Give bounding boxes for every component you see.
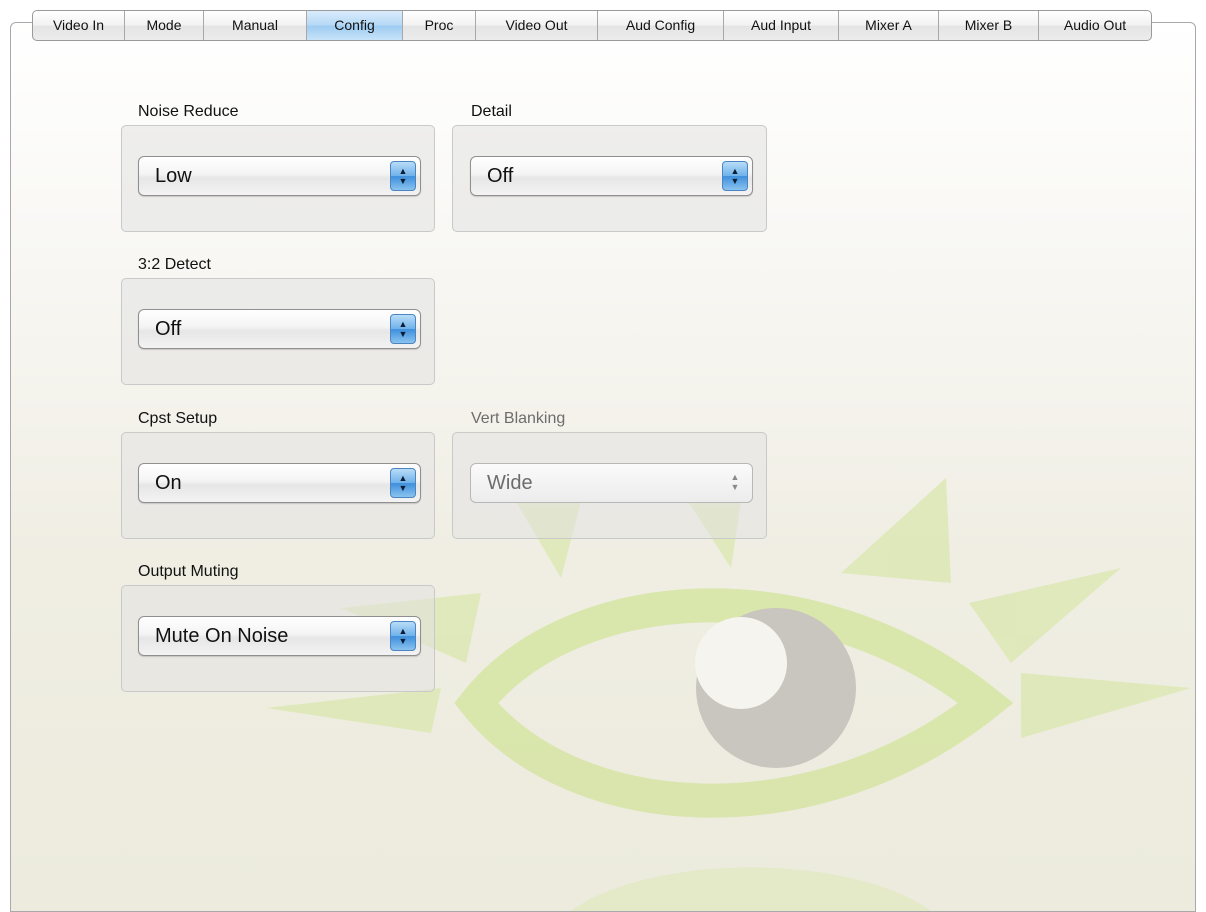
output-muting-value: Mute On Noise bbox=[155, 625, 289, 647]
detect-32-group: Off ▲ ▼ bbox=[121, 278, 435, 385]
vert-blanking-label: Vert Blanking bbox=[471, 410, 566, 427]
tab-audio-out[interactable]: Audio Out bbox=[1039, 11, 1151, 40]
tab-config[interactable]: Config bbox=[307, 11, 403, 40]
cpst-setup-group: On ▲ ▼ bbox=[121, 432, 435, 539]
vert-blanking-value: Wide bbox=[487, 472, 533, 494]
detect-32-value: Off bbox=[155, 318, 182, 340]
tab-mixer-a[interactable]: Mixer A bbox=[839, 11, 939, 40]
cpst-setup-value: On bbox=[155, 472, 182, 494]
noise-reduce-label: Noise Reduce bbox=[138, 103, 239, 120]
tab-mixer-b[interactable]: Mixer B bbox=[939, 11, 1039, 40]
tab-video-out[interactable]: Video Out bbox=[476, 11, 598, 40]
tab-proc[interactable]: Proc bbox=[403, 11, 476, 40]
noise-reduce-value: Low bbox=[155, 165, 192, 187]
output-muting-popup[interactable]: Mute On Noise ▲ ▼ bbox=[138, 616, 421, 656]
vert-blanking-group: Wide ▲ ▼ bbox=[452, 432, 767, 539]
cpst-setup-popup[interactable]: On ▲ ▼ bbox=[138, 463, 421, 503]
tab-bar: Video In Mode Manual Config Proc Video O… bbox=[32, 10, 1152, 41]
tab-mode[interactable]: Mode bbox=[125, 11, 204, 40]
updown-arrows-icon: ▲ ▼ bbox=[730, 472, 740, 492]
tab-aud-config[interactable]: Aud Config bbox=[598, 11, 724, 40]
cpst-setup-label: Cpst Setup bbox=[138, 410, 218, 427]
updown-arrows-icon: ▲ ▼ bbox=[390, 161, 416, 191]
noise-reduce-popup[interactable]: Low ▲ ▼ bbox=[138, 156, 421, 196]
tab-aud-input[interactable]: Aud Input bbox=[724, 11, 839, 40]
tab-video-in[interactable]: Video In bbox=[33, 11, 125, 40]
updown-arrows-icon: ▲ ▼ bbox=[390, 621, 416, 651]
updown-arrows-icon: ▲ ▼ bbox=[390, 314, 416, 344]
noise-reduce-group: Low ▲ ▼ bbox=[121, 125, 435, 232]
output-muting-group: Mute On Noise ▲ ▼ bbox=[121, 585, 435, 692]
updown-arrows-icon: ▲ ▼ bbox=[390, 468, 416, 498]
tab-manual[interactable]: Manual bbox=[204, 11, 307, 40]
detail-value: Off bbox=[487, 165, 514, 187]
detail-label: Detail bbox=[471, 103, 512, 120]
detect-32-label: 3:2 Detect bbox=[138, 256, 211, 273]
detail-group: Off ▲ ▼ bbox=[452, 125, 767, 232]
updown-arrows-icon: ▲ ▼ bbox=[722, 161, 748, 191]
config-panel: Noise Reduce Low ▲ ▼ Detail Off ▲ ▼ 3:2 De… bbox=[10, 22, 1196, 912]
detect-32-popup[interactable]: Off ▲ ▼ bbox=[138, 309, 421, 349]
vert-blanking-popup: Wide ▲ ▼ bbox=[470, 463, 753, 503]
detail-popup[interactable]: Off ▲ ▼ bbox=[470, 156, 753, 196]
output-muting-label: Output Muting bbox=[138, 563, 239, 580]
